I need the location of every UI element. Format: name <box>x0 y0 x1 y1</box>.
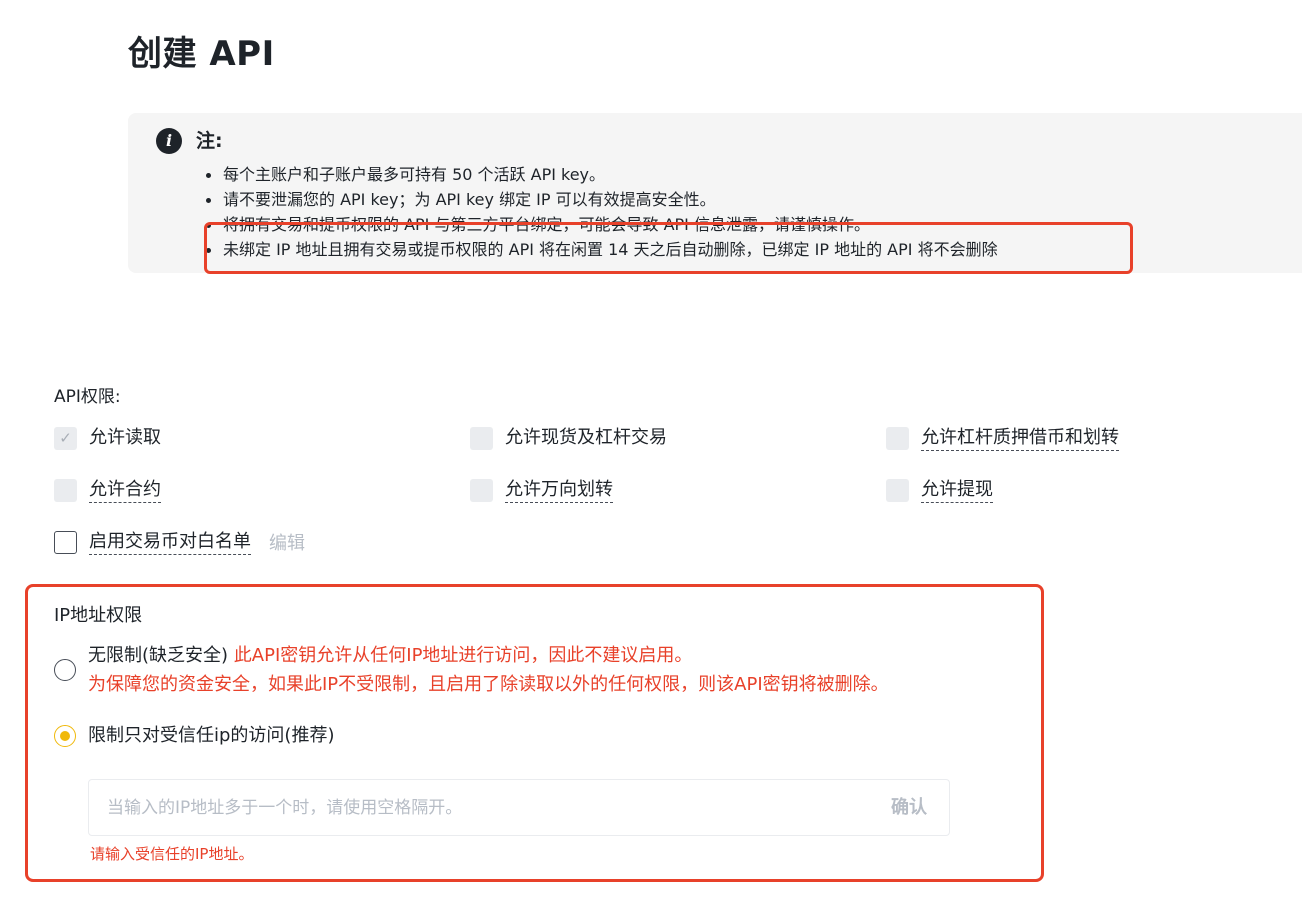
permission-universal-transfer: 允许万向划转 <box>470 477 613 503</box>
whitelist-edit-link[interactable]: 编辑 <box>269 529 305 555</box>
permission-label[interactable]: 允许万向划转 <box>505 478 613 503</box>
checkbox-disabled <box>886 426 909 450</box>
permission-label: 允许现货及杠杆交易 <box>505 427 667 448</box>
ip-address-input[interactable] <box>107 780 847 835</box>
checkbox-disabled <box>470 426 493 450</box>
permission-margin-borrow-transfer: 允许杠杆质押借币和划转 <box>886 425 1119 451</box>
permission-label[interactable]: 允许合约 <box>89 478 161 503</box>
checkbox-disabled <box>470 478 493 502</box>
notice-item: 每个主账户和子账户最多可持有 50 个活跃 API key。 <box>205 162 998 187</box>
permissions-title: API权限: <box>54 387 121 407</box>
checkbox-disabled <box>886 478 909 502</box>
permission-allow-read: ✓ 允许读取 <box>54 425 161 451</box>
confirm-button[interactable]: 确认 <box>891 780 927 835</box>
permission-spot-margin-trading: 允许现货及杠杆交易 <box>470 425 667 451</box>
whitelist-checkbox[interactable] <box>54 530 77 554</box>
info-icon: i <box>156 128 182 154</box>
notice-heading: 注: <box>196 130 223 152</box>
unrestricted-warning-1: 此API密钥允许从任何IP地址进行访问，因此不建议启用。 <box>233 645 693 666</box>
radio-restricted[interactable] <box>54 725 76 747</box>
notice-item: 请不要泄漏您的 API key；为 API key 绑定 IP 可以有效提高安全… <box>205 187 998 212</box>
whitelist-label[interactable]: 启用交易币对白名单 <box>89 530 251 555</box>
option-unrestricted-label[interactable]: 无限制(缺乏安全) <box>88 645 228 666</box>
ip-access-title: IP地址权限 <box>54 605 143 626</box>
notice-highlight-frame <box>204 222 1133 274</box>
option-restricted-label[interactable]: 限制只对受信任ip的访问(推荐) <box>88 722 334 750</box>
unrestricted-warning-2: 为保障您的资金安全，如果此IP不受限制，且启用了除读取以外的任何权限，则该API… <box>88 674 889 695</box>
page-title: 创建 API <box>128 34 275 74</box>
checkbox-disabled <box>54 478 77 502</box>
permission-label[interactable]: 允许提现 <box>921 478 993 503</box>
permission-futures: 允许合约 <box>54 477 161 503</box>
ip-input-container: 确认 <box>88 779 950 836</box>
permission-withdraw: 允许提现 <box>886 477 993 503</box>
permission-label: 允许读取 <box>89 427 161 448</box>
radio-unrestricted[interactable] <box>54 659 76 681</box>
check-icon: ✓ <box>54 426 77 450</box>
permission-label[interactable]: 允许杠杆质押借币和划转 <box>921 426 1119 451</box>
option-unrestricted-line1: 无限制(缺乏安全) 此API密钥允许从任何IP地址进行访问，因此不建议启用。 <box>88 642 692 670</box>
whitelist-row: 启用交易币对白名单 编辑 <box>54 529 305 555</box>
ip-error-message: 请输入受信任的IP地址。 <box>90 845 254 863</box>
